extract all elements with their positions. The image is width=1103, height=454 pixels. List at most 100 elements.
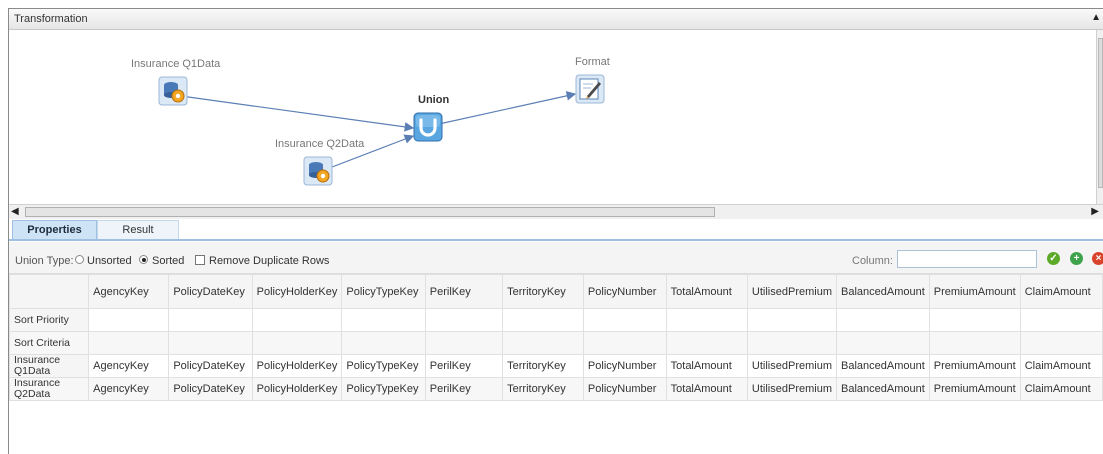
table-row: Insurance Q1Data AgencyKey PolicyDateKey… [8,354,1103,378]
mapping-cell[interactable]: ClaimAmount [1019,354,1103,378]
node-label-format: Format [575,56,610,68]
mapping-cell[interactable]: ClaimAmount [1019,377,1103,401]
mapping-cell[interactable]: PremiumAmount [928,354,1021,378]
sort-priority-cell[interactable] [88,308,170,332]
mapping-cell[interactable]: BalancedAmount [836,354,930,378]
column-header[interactable]: PremiumAmount [928,274,1021,309]
sort-priority-cell[interactable] [665,308,748,332]
mapping-cell[interactable]: PolicyNumber [582,354,667,378]
mapping-cell[interactable]: TotalAmount [665,377,748,401]
datasource-gear-icon[interactable] [158,76,188,106]
connector-lines [180,91,577,173]
union-icon[interactable] [413,112,443,142]
table-row: Sort Criteria [8,331,1103,355]
sort-criteria-cell[interactable] [1019,331,1103,355]
grid-header-row: AgencyKey PolicyDateKey PolicyHolderKey … [8,274,1103,309]
mapping-cell[interactable]: PolicyDateKey [168,354,253,378]
sort-priority-cell[interactable] [582,308,667,332]
canvas-vertical-scrollbar[interactable] [1096,30,1103,204]
sort-criteria-cell[interactable] [665,331,748,355]
sort-priority-cell[interactable] [502,308,584,332]
union-options-bar: Union Type: Unsorted Sorted Remove Dupli… [9,242,1103,274]
canvas-horizontal-scrollbar[interactable]: ◀ ▶ [9,204,1103,219]
panel-title: Transformation [14,13,88,25]
column-input[interactable] [897,250,1037,268]
column-header[interactable]: ClaimAmount [1019,274,1103,309]
sort-criteria-cell[interactable] [746,331,838,355]
radio-unsorted[interactable] [75,255,84,264]
sort-criteria-cell[interactable] [502,331,584,355]
sort-criteria-cell[interactable] [836,331,930,355]
tab-result[interactable]: Result [97,220,179,239]
delete-x-icon[interactable]: × [1092,252,1103,265]
column-header[interactable]: PolicyNumber [582,274,667,309]
mapping-cell[interactable]: TotalAmount [665,354,748,378]
mapping-cell[interactable]: PolicyNumber [582,377,667,401]
mapping-cell[interactable]: PerilKey [424,377,504,401]
node-label-union: Union [418,94,450,106]
mapping-cell[interactable]: PremiumAmount [928,377,1021,401]
mapping-cell[interactable]: UtilisedPremium [746,377,838,401]
transformation-canvas[interactable]: Insurance Q1Data Insurance Q2Data Union [9,30,1095,204]
column-label: Column: [852,255,893,267]
sort-criteria-cell[interactable] [424,331,504,355]
horizontal-scroll-thumb[interactable] [25,207,715,217]
mapping-cell[interactable]: PolicyDateKey [168,377,253,401]
mapping-cell[interactable]: PolicyHolderKey [251,354,343,378]
mapping-cell[interactable]: PerilKey [424,354,504,378]
format-edit-icon[interactable] [575,74,605,104]
table-row: Sort Priority [8,308,1103,332]
column-header[interactable]: AgencyKey [88,274,170,309]
sort-criteria-cell[interactable] [341,331,426,355]
row-header-sort-criteria: Sort Criteria [8,331,90,355]
mapping-cell[interactable]: PolicyTypeKey [341,354,426,378]
vertical-scroll-thumb[interactable] [1098,38,1103,188]
column-header[interactable]: PerilKey [424,274,504,309]
grid-corner-cell [8,274,90,309]
sort-priority-cell[interactable] [251,308,343,332]
sort-priority-cell[interactable] [341,308,426,332]
column-header[interactable]: BalancedAmount [836,274,930,309]
radio-sorted[interactable] [139,255,148,264]
add-plus-icon[interactable]: + [1070,252,1083,265]
mapping-cell[interactable]: AgencyKey [88,354,170,378]
scroll-right-icon[interactable]: ▶ [1091,206,1099,217]
row-header-sort-priority: Sort Priority [8,308,90,332]
remove-duplicates-checkbox[interactable] [195,255,205,265]
column-header[interactable]: PolicyHolderKey [251,274,343,309]
column-header[interactable]: PolicyTypeKey [341,274,426,309]
column-header[interactable]: UtilisedPremium [746,274,838,309]
sort-priority-cell[interactable] [424,308,504,332]
node-label-q2: Insurance Q2Data [275,138,365,150]
sort-criteria-cell[interactable] [251,331,343,355]
mapping-cell[interactable]: PolicyTypeKey [341,377,426,401]
link-union-format [438,91,577,125]
scroll-left-icon[interactable]: ◀ [11,206,19,217]
sort-criteria-cell[interactable] [582,331,667,355]
mapping-cell[interactable]: TerritoryKey [502,377,584,401]
datasource-gear-icon[interactable] [303,156,333,186]
mapping-cell[interactable]: AgencyKey [88,377,170,401]
mapping-cell[interactable]: TerritoryKey [502,354,584,378]
sort-criteria-cell[interactable] [168,331,253,355]
sort-priority-cell[interactable] [836,308,930,332]
tab-properties[interactable]: Properties [12,220,97,239]
sorted-label: Sorted [152,255,185,267]
confirm-check-icon[interactable]: ✓ [1047,252,1060,265]
remove-duplicates-label: Remove Duplicate Rows [209,255,330,267]
column-header[interactable]: TotalAmount [665,274,748,309]
mapping-cell[interactable]: BalancedAmount [836,377,930,401]
link-q1-union [180,95,415,132]
mapping-cell[interactable]: UtilisedPremium [746,354,838,378]
sort-priority-cell[interactable] [928,308,1021,332]
table-row: Insurance Q2Data AgencyKey PolicyDateKey… [8,377,1103,401]
sort-priority-cell[interactable] [1019,308,1103,332]
chevron-up-icon[interactable]: ▲ [1091,12,1101,23]
mapping-cell[interactable]: PolicyHolderKey [251,377,343,401]
sort-priority-cell[interactable] [746,308,838,332]
column-header[interactable]: TerritoryKey [502,274,584,309]
sort-priority-cell[interactable] [168,308,253,332]
sort-criteria-cell[interactable] [928,331,1021,355]
column-header[interactable]: PolicyDateKey [168,274,253,309]
sort-criteria-cell[interactable] [88,331,170,355]
